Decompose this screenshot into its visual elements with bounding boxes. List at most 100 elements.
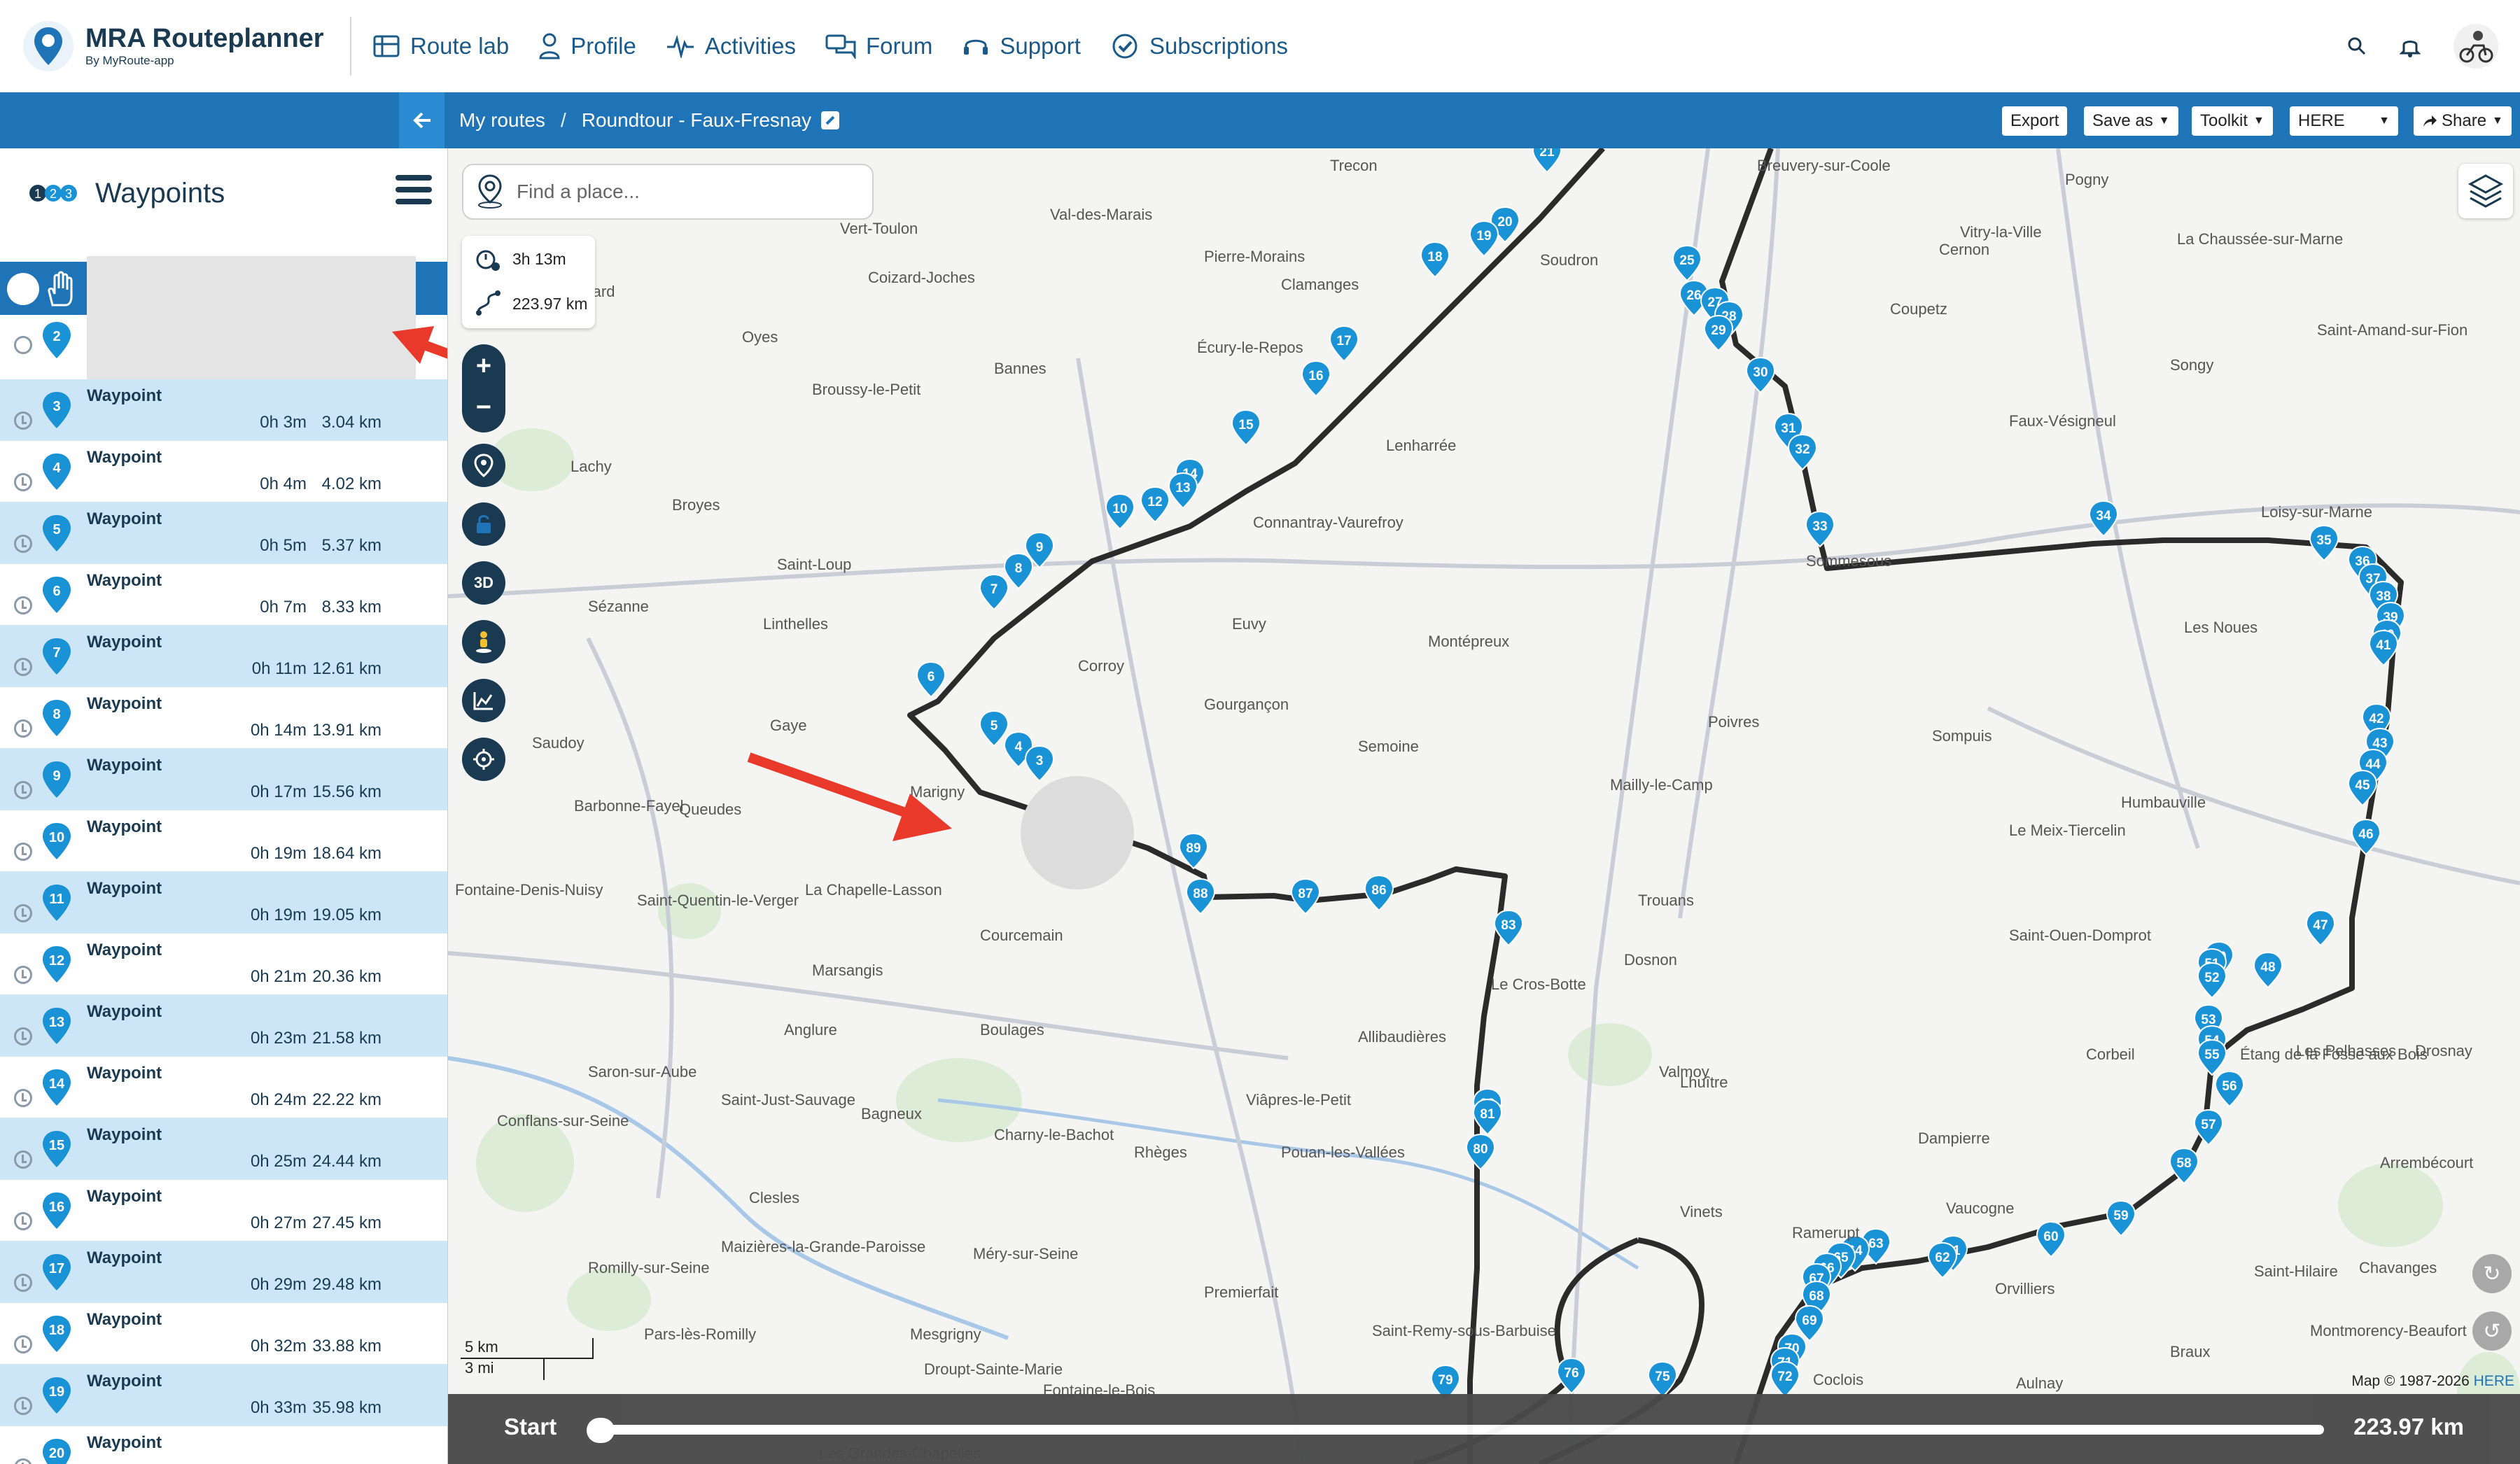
map-waypoint-marker[interactable]: 60: [2036, 1220, 2066, 1258]
toolkit-dropdown[interactable]: Toolkit ▼: [2192, 106, 2273, 136]
breadcrumb-my-routes[interactable]: My routes: [459, 109, 545, 132]
layers-button[interactable]: [2458, 164, 2513, 218]
rotate-counterclockwise-button[interactable]: ↺: [2472, 1311, 2512, 1351]
clock-icon[interactable]: [14, 904, 32, 922]
map-waypoint-marker[interactable]: 16: [1301, 360, 1331, 397]
nav-subscriptions[interactable]: Subscriptions: [1110, 32, 1288, 60]
map-waypoint-marker[interactable]: 59: [2106, 1199, 2136, 1237]
nav-profile[interactable]: Profile: [538, 33, 636, 59]
map-waypoint-marker[interactable]: 17: [1329, 325, 1359, 363]
3d-view-button[interactable]: 3D: [462, 561, 505, 605]
route-progress-track[interactable]: [595, 1425, 2324, 1435]
clock-icon[interactable]: [14, 596, 32, 614]
map-waypoint-marker[interactable]: 33: [1805, 510, 1835, 548]
hamburger-menu-icon[interactable]: [396, 175, 432, 207]
map-waypoint-marker[interactable]: 35: [2309, 524, 2339, 562]
nav-forum[interactable]: Forum: [825, 33, 932, 59]
map-waypoint-marker[interactable]: 80: [1465, 1133, 1496, 1171]
map-waypoint-marker[interactable]: 13: [1168, 472, 1198, 509]
clock-icon[interactable]: [14, 843, 32, 861]
clock-icon[interactable]: [14, 336, 32, 354]
edit-name-icon[interactable]: [821, 111, 840, 129]
nav-support[interactable]: Support: [962, 33, 1081, 59]
clock-icon[interactable]: [14, 1150, 32, 1169]
clock-icon[interactable]: [14, 1397, 32, 1415]
map-waypoint-marker[interactable]: 62: [1927, 1241, 1958, 1279]
map-waypoint-marker[interactable]: 29: [1703, 314, 1734, 352]
waypoint-row[interactable]: 11 Waypoint 0h 19m 19.05 km: [0, 872, 447, 934]
map-waypoint-marker[interactable]: 72: [1770, 1360, 1800, 1398]
clock-icon[interactable]: [14, 1335, 32, 1353]
map-waypoint-marker[interactable]: 15: [1231, 409, 1261, 446]
clock-icon[interactable]: [14, 966, 32, 984]
map-provider-select[interactable]: HERE ▼: [2290, 106, 2398, 136]
waypoint-row[interactable]: 13 Waypoint 0h 23m 21.58 km: [0, 995, 447, 1057]
export-button[interactable]: Export: [2002, 106, 2068, 136]
map-waypoint-marker[interactable]: 87: [1290, 878, 1321, 915]
waypoint-row[interactable]: 9 Waypoint 0h 17m 15.56 km: [0, 749, 447, 810]
clock-icon[interactable]: [14, 658, 32, 676]
map-waypoint-marker[interactable]: 52: [2197, 962, 2227, 999]
waypoint-row[interactable]: 12 Waypoint 0h 21m 20.36 km: [0, 934, 447, 995]
map-waypoint-marker[interactable]: 48: [2253, 951, 2283, 989]
map-waypoint-marker[interactable]: 47: [2305, 909, 2336, 947]
map-waypoint-marker[interactable]: 34: [2088, 500, 2119, 537]
map-waypoint-marker[interactable]: 3: [1024, 745, 1055, 782]
waypoint-row[interactable]: 6 Waypoint 0h 7m 8.33 km: [0, 564, 447, 626]
route-map[interactable]: 2120191817161514131210987654389888786838…: [448, 148, 2520, 1464]
rotate-clockwise-button[interactable]: ↻: [2472, 1254, 2512, 1293]
clock-icon[interactable]: [14, 473, 32, 491]
zoom-in-button[interactable]: +: [462, 344, 505, 388]
lock-button[interactable]: [462, 502, 505, 546]
map-waypoint-marker[interactable]: 10: [1105, 493, 1135, 530]
waypoint-row[interactable]: 15 Waypoint 0h 25m 24.44 km: [0, 1118, 447, 1180]
search-input[interactable]: [517, 181, 853, 203]
waypoint-row[interactable]: 8 Waypoint 0h 14m 13.91 km: [0, 687, 447, 749]
clock-icon[interactable]: [14, 535, 32, 553]
map-waypoint-marker[interactable]: 25: [1672, 244, 1702, 282]
clock-icon[interactable]: [14, 1212, 32, 1230]
waypoint-row[interactable]: 5 Waypoint 0h 5m 5.37 km: [0, 502, 447, 564]
zoom-out-button[interactable]: −: [462, 388, 505, 432]
street-view-button[interactable]: [462, 620, 505, 663]
map-waypoint-marker[interactable]: 19: [1469, 220, 1499, 258]
drag-handle[interactable]: [414, 262, 447, 315]
map-waypoint-marker[interactable]: 75: [1647, 1360, 1678, 1398]
waypoint-row[interactable]: 17 Waypoint 0h 29m 29.48 km: [0, 1241, 447, 1303]
place-search[interactable]: [462, 164, 874, 220]
map-waypoint-marker[interactable]: 12: [1140, 486, 1170, 523]
share-dropdown[interactable]: Share ▼: [2414, 106, 2512, 136]
waypoint-row[interactable]: 18 Waypoint 0h 32m 33.88 km: [0, 1303, 447, 1365]
back-button[interactable]: [399, 92, 444, 148]
map-waypoint-marker[interactable]: 55: [2197, 1039, 2227, 1076]
map-waypoint-marker[interactable]: 7: [979, 573, 1009, 611]
hand-drag-icon[interactable]: [42, 270, 77, 308]
clock-icon[interactable]: [14, 1089, 32, 1107]
elevation-button[interactable]: [462, 679, 505, 722]
clock-icon[interactable]: [7, 273, 39, 305]
map-waypoint-marker[interactable]: 6: [916, 661, 946, 698]
nav-activities[interactable]: Activities: [666, 33, 796, 59]
clock-icon[interactable]: [14, 1027, 32, 1046]
waypoint-row[interactable]: 7 Waypoint 0h 11m 12.61 km: [0, 626, 447, 687]
search-icon[interactable]: [2346, 36, 2367, 57]
waypoint-row[interactable]: 4 Waypoint 0h 4m 4.02 km: [0, 441, 447, 502]
map-waypoint-marker[interactable]: 32: [1787, 433, 1818, 471]
map-waypoint-marker[interactable]: 18: [1420, 241, 1450, 279]
add-waypoint-button[interactable]: [462, 444, 505, 487]
locate-button[interactable]: [462, 738, 505, 781]
clock-icon[interactable]: [14, 719, 32, 738]
map-waypoint-marker[interactable]: 86: [1364, 874, 1394, 912]
brand-logo[interactable]: MRA Routeplanner By MyRoute-app: [21, 19, 329, 73]
map-waypoint-marker[interactable]: 8: [1003, 552, 1034, 590]
map-waypoint-marker[interactable]: 5: [979, 710, 1009, 747]
waypoint-row[interactable]: 20 Waypoint: [0, 1426, 447, 1464]
map-waypoint-marker[interactable]: 56: [2214, 1070, 2245, 1108]
route-progress-handle[interactable]: [587, 1418, 615, 1443]
clock-icon[interactable]: [14, 1274, 32, 1292]
bell-icon[interactable]: [2400, 35, 2421, 57]
waypoint-row[interactable]: 19 Waypoint 0h 33m 35.98 km: [0, 1365, 447, 1426]
map-waypoint-marker[interactable]: 30: [1745, 356, 1776, 394]
waypoint-row[interactable]: 16 Waypoint 0h 27m 27.45 km: [0, 1180, 447, 1241]
waypoint-row[interactable]: 14 Waypoint 0h 24m 22.22 km: [0, 1057, 447, 1118]
